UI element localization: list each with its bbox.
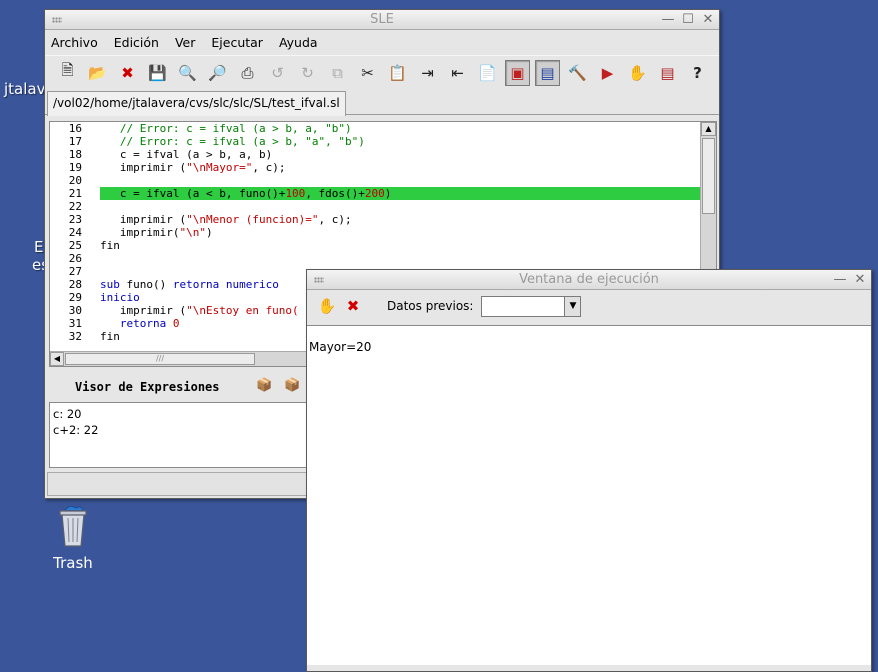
list-item[interactable]: c+2: 22 bbox=[53, 422, 307, 438]
line-number: 19 bbox=[68, 161, 82, 174]
build-icon[interactable]: 🔨 bbox=[565, 60, 590, 86]
line-number: 20 bbox=[68, 174, 82, 187]
zoom-out-icon[interactable]: 🔎 bbox=[205, 60, 230, 86]
find-icon[interactable]: 📄 bbox=[475, 60, 500, 86]
line-number: 23 bbox=[68, 213, 82, 226]
minimize-icon[interactable]: — bbox=[833, 272, 847, 287]
add-expression-icon[interactable]: 📦 bbox=[256, 378, 274, 396]
line-number: 22 bbox=[68, 200, 82, 213]
line-number: 29 bbox=[68, 291, 82, 304]
datos-previos-label: Datos previos: bbox=[387, 299, 474, 313]
code-line[interactable] bbox=[100, 174, 702, 187]
trash-icon bbox=[59, 505, 87, 547]
line-number: 32 bbox=[68, 330, 82, 343]
close-red-icon[interactable]: ✖ bbox=[343, 296, 363, 316]
code-line-highlighted[interactable]: c = ifval (a < b, funo()+100, fdos()+200… bbox=[100, 187, 702, 200]
print-icon[interactable]: ⎙ bbox=[235, 60, 260, 86]
redo-icon[interactable]: ↻ bbox=[295, 60, 320, 86]
editor-tabs: /vol02/home/jtalavera/cvs/slc/slc/SL/tes… bbox=[45, 89, 719, 116]
indent-icon[interactable]: ⇥ bbox=[415, 60, 440, 86]
close-icon[interactable]: ✕ bbox=[701, 12, 715, 27]
hscroll-thumb[interactable]: /// bbox=[65, 353, 255, 365]
line-number-gutter: 16 17 18 19 20 21 22 23 24 25 26 27 28 2… bbox=[50, 122, 96, 352]
desktop-icon-label-partial[interactable]: E bbox=[34, 238, 43, 256]
minimize-icon[interactable]: — bbox=[661, 12, 675, 27]
exec-toolbar: ✋ ✖ Datos previos: ▼ bbox=[307, 290, 871, 322]
line-number: 16 bbox=[68, 122, 82, 135]
remove-expression-icon[interactable]: 📦 bbox=[284, 378, 302, 396]
line-number: 27 bbox=[68, 265, 82, 278]
main-toolbar: 🗎 📂 ✖ 💾 🔍 🔎 ⎙ ↺ ↻ ⧉ ✂ 📋 ⇥ ⇤ 📄 ▣ ▤ 🔨 ▶ ✋ … bbox=[45, 55, 719, 89]
line-number: 21 bbox=[68, 187, 82, 200]
line-number: 25 bbox=[68, 239, 82, 252]
window-menu-grip-icon[interactable] bbox=[52, 17, 62, 23]
exec-window: Ventana de ejecución — ✕ ✋ ✖ Datos previ… bbox=[306, 269, 872, 672]
desktop-icon-label-user[interactable]: jtalav bbox=[4, 80, 45, 98]
window-menu-grip-icon[interactable] bbox=[314, 277, 324, 283]
paste-icon[interactable]: 📋 bbox=[385, 60, 410, 86]
code-line[interactable]: // Error: c = ifval (a > b, a, "b") bbox=[100, 122, 702, 135]
menu-archivo[interactable]: Archivo bbox=[51, 35, 98, 50]
scroll-left-icon[interactable]: ◀ bbox=[50, 352, 64, 366]
stop-icon[interactable]: ✋ bbox=[317, 296, 337, 316]
menu-ayuda[interactable]: Ayuda bbox=[279, 35, 318, 50]
line-number: 17 bbox=[68, 135, 82, 148]
line-number: 24 bbox=[68, 226, 82, 239]
copy-icon[interactable]: ⧉ bbox=[325, 60, 350, 86]
cut-icon[interactable]: ✂ bbox=[355, 60, 380, 86]
menubar: Archivo Edición Ver Ejecutar Ayuda bbox=[45, 30, 719, 55]
exec-title: Ventana de ejecución bbox=[519, 272, 659, 287]
exec-titlebar[interactable]: Ventana de ejecución — ✕ bbox=[307, 270, 871, 290]
unindent-icon[interactable]: ⇤ bbox=[445, 60, 470, 86]
code-line[interactable]: fin bbox=[100, 239, 702, 252]
undo-icon[interactable]: ↺ bbox=[265, 60, 290, 86]
console-icon[interactable]: ▤ bbox=[535, 59, 560, 86]
trash-label: Trash bbox=[53, 554, 93, 572]
code-line[interactable]: c = ifval (a > b, a, b) bbox=[100, 148, 702, 161]
datos-previos-select[interactable]: ▼ bbox=[481, 295, 582, 317]
sle-title: SLE bbox=[370, 12, 394, 27]
scroll-up-icon[interactable]: ▲ bbox=[701, 122, 716, 136]
maximize-icon[interactable]: ☐ bbox=[681, 12, 695, 27]
stop-icon[interactable]: ✋ bbox=[625, 60, 650, 86]
line-number: 18 bbox=[68, 148, 82, 161]
menu-ejecutar[interactable]: Ejecutar bbox=[211, 35, 263, 50]
menu-ver[interactable]: Ver bbox=[175, 35, 195, 50]
help-icon[interactable]: ? bbox=[685, 60, 710, 86]
close-icon[interactable]: ✕ bbox=[853, 272, 867, 287]
exec-output[interactable]: Mayor=20 bbox=[307, 325, 871, 665]
line-number: 31 bbox=[68, 317, 82, 330]
visor-title: Visor de Expresiones bbox=[75, 380, 220, 394]
code-line[interactable] bbox=[100, 252, 702, 265]
new-file-icon[interactable]: 🗎 bbox=[55, 60, 80, 86]
code-line[interactable]: imprimir ("\nMayor=", c); bbox=[100, 161, 702, 174]
chevron-down-icon[interactable]: ▼ bbox=[564, 296, 581, 316]
sle-titlebar[interactable]: SLE — ☐ ✕ bbox=[45, 10, 719, 30]
line-number: 30 bbox=[68, 304, 82, 317]
trash-desktop-icon[interactable]: Trash bbox=[46, 504, 100, 572]
scroll-thumb[interactable] bbox=[702, 138, 715, 214]
line-number: 26 bbox=[68, 252, 82, 265]
code-line[interactable] bbox=[100, 200, 702, 213]
line-number: 28 bbox=[68, 278, 82, 291]
code-line[interactable]: // Error: c = ifval (a > b, "a", "b") bbox=[100, 135, 702, 148]
visor-list[interactable]: c: 20 c+2: 22 bbox=[49, 402, 311, 468]
code-line[interactable]: imprimir ("\nMenor (funcion)=", c); bbox=[100, 213, 702, 226]
tab-test-ifval[interactable]: /vol02/home/jtalavera/cvs/slc/slc/SL/tes… bbox=[47, 91, 346, 116]
code-line[interactable]: imprimir("\n") bbox=[100, 226, 702, 239]
open-icon[interactable]: 📂 bbox=[85, 60, 110, 86]
output-text: Mayor=20 bbox=[309, 340, 372, 354]
window-icon[interactable]: ▣ bbox=[505, 59, 530, 86]
save-icon[interactable]: 💾 bbox=[145, 60, 170, 86]
run-icon[interactable]: ▶ bbox=[595, 60, 620, 86]
zoom-in-icon[interactable]: 🔍 bbox=[175, 60, 200, 86]
close-red-icon[interactable]: ✖ bbox=[115, 60, 140, 86]
list-item[interactable]: c: 20 bbox=[53, 406, 307, 422]
visor-header: Visor de Expresiones 📦 📦 bbox=[49, 374, 349, 400]
menu-edicion[interactable]: Edición bbox=[114, 35, 159, 50]
watch-icon[interactable]: ▤ bbox=[655, 60, 680, 86]
